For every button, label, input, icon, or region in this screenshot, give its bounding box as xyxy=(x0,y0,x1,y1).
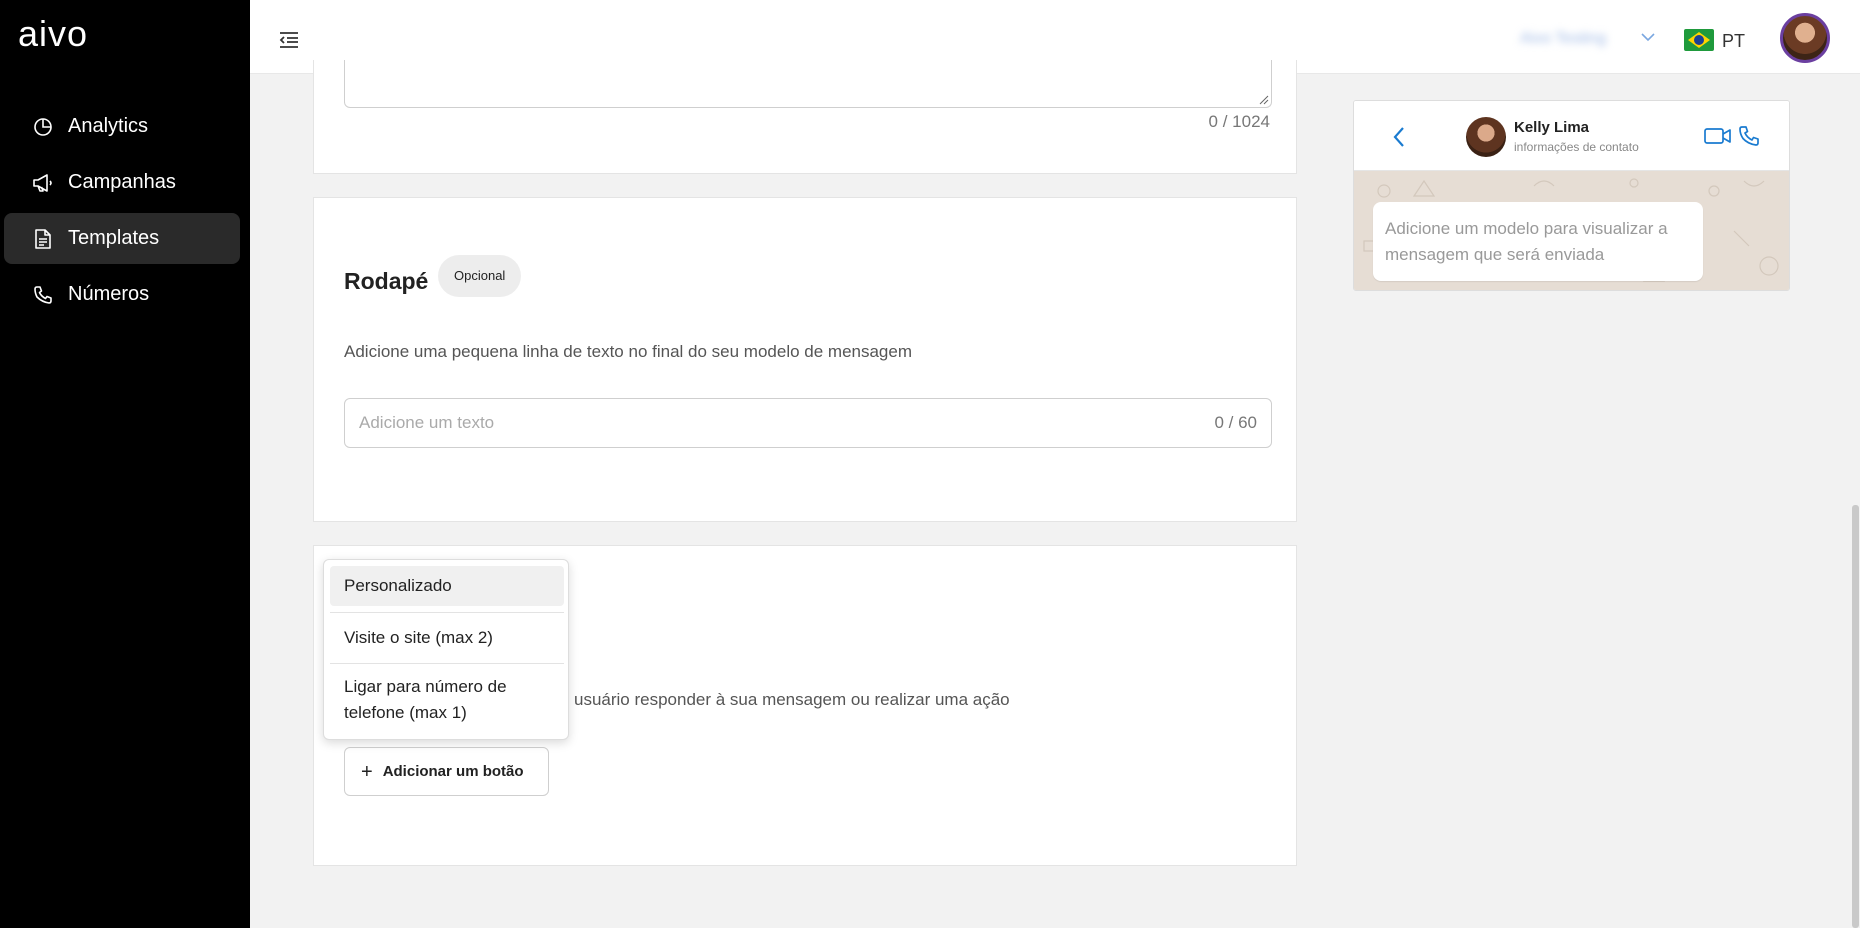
dropdown-item-personalizado[interactable]: Personalizado xyxy=(330,566,564,606)
optional-badge: Opcional xyxy=(438,255,522,297)
sidebar-item-templates[interactable]: Templates xyxy=(4,213,240,264)
body-char-counter: 0 / 1024 xyxy=(1208,112,1270,131)
footer-text-field: 0 / 60 xyxy=(344,398,1272,448)
dropdown-item-visite-site[interactable]: Visite o site (max 2) xyxy=(330,618,564,658)
logo-mark: aivo xyxy=(18,13,88,54)
sidebar: aivo Analytics Campanhas Templates Númer… xyxy=(0,0,250,928)
dropdown-item-ligar-telefone[interactable]: Ligar para número de telefone (max 1) xyxy=(330,670,564,734)
brazil-flag-icon[interactable] xyxy=(1684,29,1714,51)
phone-icon xyxy=(32,284,54,306)
preview-message-bubble: Adicione um modelo para visualizar a men… xyxy=(1373,202,1703,281)
resize-handle-icon[interactable] xyxy=(1259,95,1269,105)
button-type-dropdown: Personalizado Visite o site (max 2) Liga… xyxy=(323,559,569,740)
add-button-label: Adicionar um botão xyxy=(382,763,524,780)
language-selector[interactable]: PT xyxy=(1722,31,1745,52)
body-textarea[interactable] xyxy=(344,60,1272,108)
page-scrollbar[interactable] xyxy=(1852,505,1859,928)
contact-subtitle: informações de contato xyxy=(1514,140,1639,154)
logo-text: aivo xyxy=(18,20,88,50)
voice-call-icon xyxy=(1738,125,1760,152)
body-section-card: 0 / 1024 xyxy=(313,60,1297,174)
dropdown-divider xyxy=(330,663,564,664)
section-title: Rodapé xyxy=(344,268,429,294)
section-description: usuário responder à sua mensagem ou real… xyxy=(574,690,1010,709)
contact-name: Kelly Lima xyxy=(1514,119,1590,136)
contact-avatar xyxy=(1466,117,1506,157)
dropdown-divider xyxy=(330,612,564,613)
message-preview: Kelly Lima informações de contato Adicio… xyxy=(1353,100,1790,291)
preview-header: Kelly Lima informações de contato xyxy=(1354,101,1789,171)
sidebar-item-campanhas[interactable]: Campanhas xyxy=(4,157,240,208)
footer-char-counter: 0 / 60 xyxy=(1214,413,1257,432)
document-icon xyxy=(32,228,54,250)
sidebar-item-label: Campanhas xyxy=(68,171,176,193)
footer-text-input[interactable] xyxy=(345,399,1145,447)
section-description: Adicione uma pequena linha de texto no f… xyxy=(344,342,912,361)
back-arrow-icon xyxy=(1392,126,1406,153)
account-selector[interactable]: Aivo Testing xyxy=(1520,30,1630,52)
plus-icon: + xyxy=(361,760,373,783)
sidebar-item-numeros[interactable]: Números xyxy=(4,269,240,320)
sidebar-item-analytics[interactable]: Analytics xyxy=(4,101,240,152)
menu-toggle-icon[interactable] xyxy=(278,29,300,51)
user-avatar[interactable] xyxy=(1780,13,1830,63)
sidebar-nav: Analytics Campanhas Templates Números xyxy=(4,101,240,325)
video-call-icon xyxy=(1704,126,1732,151)
add-button-button[interactable]: + Adicionar um botão xyxy=(344,747,549,796)
pie-chart-icon xyxy=(32,116,54,138)
megaphone-icon xyxy=(32,172,54,194)
chevron-down-icon[interactable] xyxy=(1640,30,1656,48)
sidebar-item-label: Templates xyxy=(68,227,160,249)
sidebar-item-label: Analytics xyxy=(68,115,149,137)
aivo-logo[interactable]: aivo xyxy=(18,13,110,55)
footer-section-card: Rodapé Opcional Adicione uma pequena lin… xyxy=(313,197,1297,522)
sidebar-item-label: Números xyxy=(68,283,150,305)
